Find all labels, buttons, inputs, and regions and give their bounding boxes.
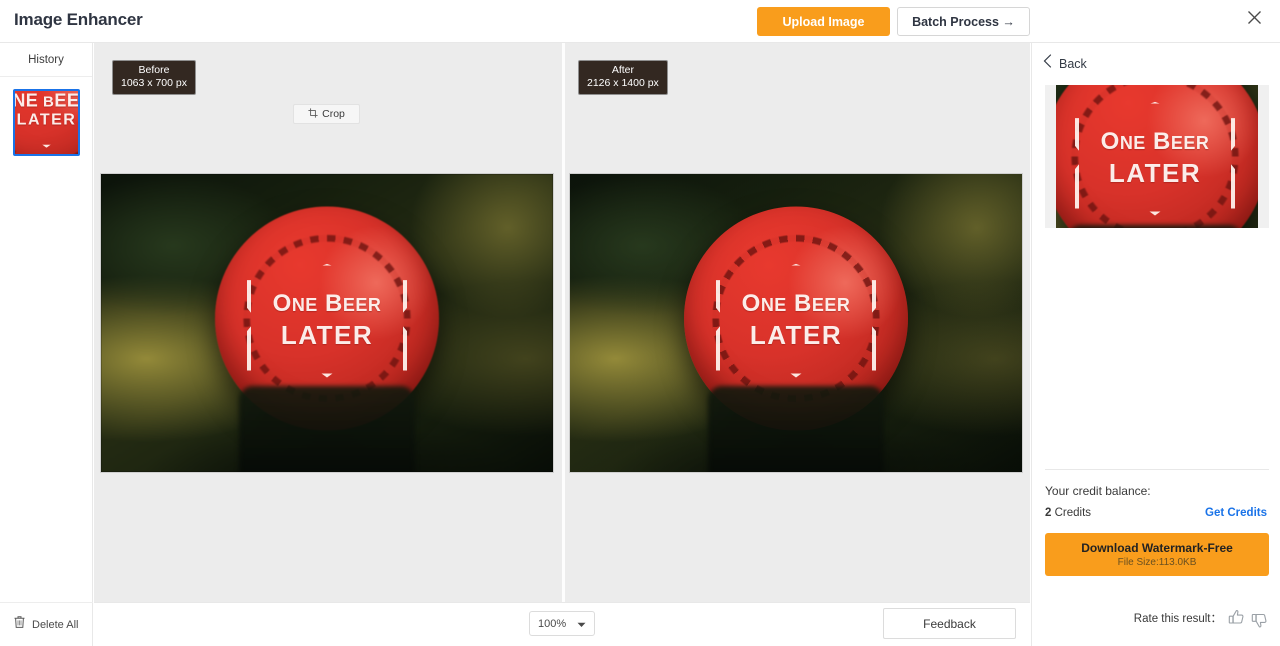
delete-all-button[interactable]: Delete All bbox=[0, 602, 93, 646]
credit-unit: Credits bbox=[1051, 507, 1092, 519]
before-badge: Before 1063 x 700 px bbox=[112, 60, 196, 96]
before-image: ONE BEER LATER bbox=[100, 173, 554, 473]
feedback-button[interactable]: Feedback bbox=[883, 608, 1016, 639]
page-title: Image Enhancer bbox=[14, 10, 143, 29]
before-pane: Before 1063 x 700 px Crop ONE BEER LATER bbox=[94, 43, 562, 602]
delete-all-label: Delete All bbox=[32, 618, 79, 631]
history-label: History bbox=[28, 53, 64, 66]
bottle-neck bbox=[239, 386, 415, 472]
crop-label: Crop bbox=[322, 108, 345, 120]
thumbs-down-icon[interactable] bbox=[1251, 612, 1268, 629]
zoom-level-value: 100% bbox=[538, 617, 567, 630]
after-badge: After 2126 x 1400 px bbox=[578, 60, 668, 96]
batch-process-button[interactable]: Batch Process → bbox=[897, 7, 1030, 36]
comparison-canvas: Before 1063 x 700 px Crop ONE BEER LATER… bbox=[94, 43, 1030, 602]
history-header: History bbox=[0, 43, 92, 77]
after-dimensions: 2126 x 1400 px bbox=[587, 77, 659, 90]
download-file-size: File Size:113.0KB bbox=[1117, 557, 1197, 568]
thumbs-up-icon[interactable] bbox=[1228, 609, 1245, 626]
panel-divider bbox=[1045, 469, 1269, 470]
download-watermark-free-button[interactable]: Download Watermark-Free File Size:113.0K… bbox=[1045, 533, 1269, 576]
crop-button[interactable]: Crop bbox=[293, 104, 360, 124]
chevron-left-icon bbox=[1043, 54, 1052, 73]
credit-balance-value: 2 Credits bbox=[1045, 507, 1091, 519]
before-label: Before bbox=[138, 64, 170, 76]
history-sidebar: History ONE BEER LATER bbox=[0, 43, 93, 646]
app-header: Image Enhancer Upload Image Batch Proces… bbox=[0, 0, 1280, 43]
zoom-level-select[interactable]: 100% bbox=[529, 611, 595, 636]
after-label: After bbox=[611, 64, 634, 76]
upload-image-button[interactable]: Upload Image bbox=[757, 7, 890, 36]
canvas-bottom-bar: 100% Feedback bbox=[94, 602, 1030, 646]
result-preview[interactable]: ONE BEER LATER bbox=[1045, 85, 1269, 228]
result-panel: Back ONE BEER LATER Your credit balance:… bbox=[1031, 43, 1280, 646]
back-button[interactable]: Back bbox=[1043, 54, 1087, 73]
crop-icon bbox=[308, 107, 318, 121]
chevron-down-icon bbox=[577, 615, 586, 633]
get-credits-link[interactable]: Get Credits bbox=[1205, 507, 1267, 519]
close-icon[interactable] bbox=[1242, 5, 1266, 29]
rate-label: Rate this result： bbox=[1133, 612, 1222, 625]
credit-balance-label: Your credit balance: bbox=[1045, 484, 1151, 498]
after-image: ONE BEER LATER bbox=[569, 173, 1023, 473]
back-label: Back bbox=[1059, 56, 1087, 71]
before-dimensions: 1063 x 700 px bbox=[121, 77, 187, 90]
image-enhancer-app: Image Enhancer Upload Image Batch Proces… bbox=[0, 0, 1280, 646]
after-pane: After 2126 x 1400 px ONE BEER LATER bbox=[562, 43, 1027, 602]
cap-text: ONE BEER LATER bbox=[272, 290, 382, 351]
history-thumbnail-item[interactable]: ONE BEER LATER bbox=[12, 89, 80, 156]
rate-result-row: Rate this result： bbox=[1133, 609, 1268, 629]
trash-icon bbox=[13, 615, 26, 634]
download-title: Download Watermark-Free bbox=[1081, 541, 1233, 555]
